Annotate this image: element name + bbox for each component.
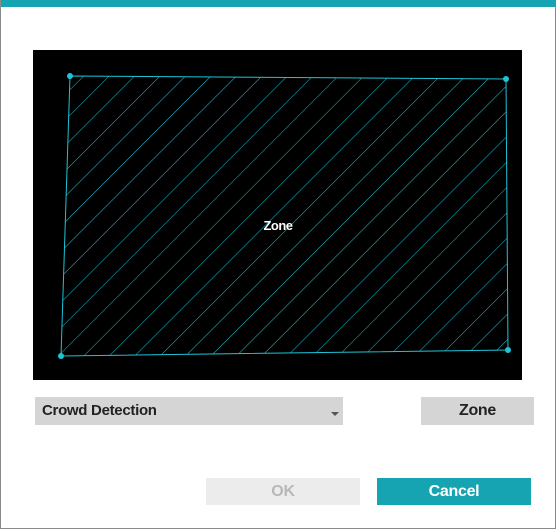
zone-vertex-handle[interactable] xyxy=(67,73,73,79)
zone-button[interactable]: Zone xyxy=(421,397,534,425)
dialog-title-bar xyxy=(1,0,556,7)
detection-type-select[interactable]: Crowd Detection xyxy=(35,397,343,425)
camera-viewport[interactable]: Zone xyxy=(33,50,522,380)
cancel-button[interactable]: Cancel xyxy=(377,478,531,505)
chevron-down-icon xyxy=(331,412,339,416)
zone-polygon[interactable] xyxy=(60,75,509,357)
zone-settings-dialog: Zone Crowd Detection Zone OK Cancel xyxy=(0,0,556,529)
zone-vertex-handle[interactable] xyxy=(58,353,64,359)
zone-overlay[interactable] xyxy=(33,50,522,380)
zone-vertex-handle[interactable] xyxy=(503,76,509,82)
zone-vertex-handle[interactable] xyxy=(505,347,511,353)
zone-label: Zone xyxy=(263,218,293,233)
detection-type-value: Crowd Detection xyxy=(42,402,157,419)
ok-button[interactable]: OK xyxy=(206,478,360,505)
